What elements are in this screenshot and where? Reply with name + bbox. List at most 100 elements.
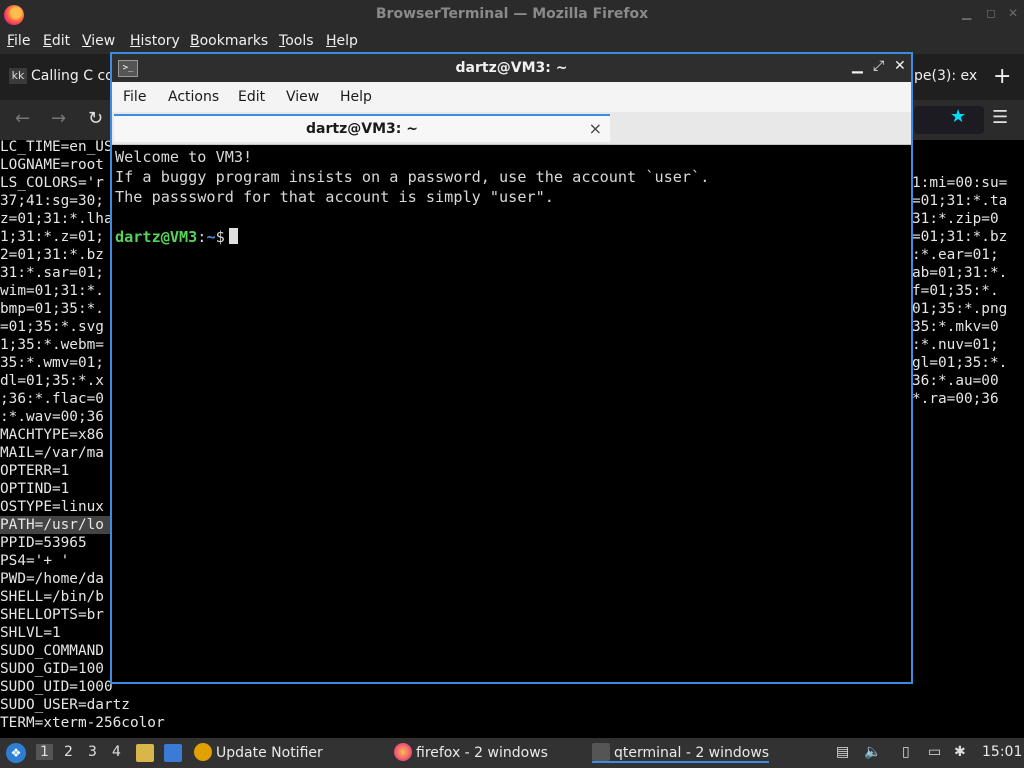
menu-view[interactable]: View (82, 33, 115, 49)
qt-menu-view[interactable]: View (286, 89, 319, 105)
background-env-listing-left: LC_TIME=en_US LOGNAME=root LS_COLORS='r 37;… (0, 138, 112, 678)
env-line: dl=01;35:*.x (0, 373, 104, 389)
close-icon[interactable]: ✕ (894, 58, 906, 74)
reload-icon[interactable]: ↻ (88, 108, 103, 129)
qt-menu-file[interactable]: File (123, 89, 146, 105)
workspace-1[interactable]: 1 (36, 744, 53, 760)
terminal-output[interactable]: Welcome to VM3! If a buggy program insist… (112, 145, 911, 682)
qterminal-tab-label: dartz@VM3: ~ (306, 121, 418, 137)
start-menu-icon[interactable]: ❖ (6, 743, 26, 763)
update-notifier-icon (194, 743, 212, 761)
tab-calling-c[interactable]: Calling C co (31, 68, 114, 84)
back-icon[interactable]: ← (15, 108, 30, 129)
terminal-icon (592, 743, 610, 761)
background-env-listing-right: 1:mi=00:su= =01;31:*.ta 31:*.zip=0 =01;31:*… (912, 174, 1024, 408)
env-line: PWD=/home/da (0, 571, 104, 587)
close-icon[interactable]: ✕ (1008, 6, 1018, 20)
minimize-icon[interactable]: ▁ (962, 6, 971, 20)
bluetooth-icon[interactable]: ✱ (954, 744, 966, 760)
app-menu-icon[interactable]: ☰ (992, 107, 1008, 128)
env-line: :*.nuv=01; (912, 337, 999, 353)
tab-manpage[interactable]: pe(3): ex (914, 68, 977, 84)
clipboard-icon[interactable]: ▯ (902, 744, 910, 760)
task-label: firefox - 2 windows (416, 745, 548, 761)
menu-help[interactable]: Help (326, 33, 358, 49)
menu-history[interactable]: History (130, 33, 180, 49)
env-line: PATH=/usr/lo (0, 516, 112, 534)
firefox-icon (394, 743, 412, 761)
prompt-user: dartz@VM3 (115, 228, 198, 246)
task-qterminal[interactable]: qterminal - 2 windows (592, 743, 770, 763)
menu-tools[interactable]: Tools (279, 33, 314, 49)
workspace-3[interactable]: 3 (88, 744, 97, 760)
env-line: MACHTYPE=x86 (0, 427, 104, 443)
env-line: 1;31:*.z=01; (0, 229, 104, 245)
env-line: ab=01;31:*. (912, 265, 1008, 281)
env-line: OPTERR=1 (0, 463, 70, 479)
task-update-notifier[interactable]: Update Notifier (194, 743, 323, 761)
url-bar[interactable] (914, 106, 984, 134)
env-line: *.ra=00;36 (912, 391, 999, 407)
env-line: PS4='+ ' (0, 553, 70, 569)
restore-icon[interactable]: ⤢ (873, 58, 884, 74)
qterminal-window: >_ dartz@VM3: ~ ▁ ⤢ ✕ File Actions Edit … (110, 52, 913, 684)
tab-favicon: kk (9, 68, 27, 84)
new-tab-button[interactable]: + (993, 64, 1011, 89)
env-line: 35:*.mkv=0 (912, 319, 999, 335)
qt-menu-help[interactable]: Help (340, 89, 372, 105)
env-line: 37;41:sg=30; (0, 193, 104, 209)
env-line: f=01;35:*. (912, 283, 999, 299)
qterminal-tab[interactable]: dartz@VM3: ~ × (114, 114, 610, 142)
firefox-menubar: File Edit View History Bookmarks Tools H… (0, 30, 1024, 54)
desktop-icon[interactable] (164, 744, 182, 762)
qt-menu-actions[interactable]: Actions (168, 89, 219, 105)
firefox-window-title: BrowserTerminal — Mozilla Firefox (375, 6, 649, 22)
env-line: MAIL=/var/ma (0, 445, 104, 461)
env-line: SUDO_COMMAND (0, 643, 104, 659)
env-line: gl=01;35:*. (912, 355, 1008, 371)
volume-icon[interactable]: 🔈 (864, 744, 881, 760)
env-line: TERM=xterm-256color (0, 715, 165, 731)
minimize-icon[interactable]: ▁ (852, 58, 863, 74)
bookmark-star-icon[interactable]: ★ (950, 106, 966, 127)
env-line: 36:*.au=00 (912, 373, 999, 389)
env-line: =01;31:*.ta (912, 193, 1008, 209)
env-line: PPID=53965 (0, 535, 87, 551)
env-line: 1:mi=00:su= (912, 175, 1008, 191)
file-manager-icon[interactable] (136, 744, 154, 762)
env-line: ;36:*.flac=0 (0, 391, 104, 407)
task-firefox[interactable]: firefox - 2 windows (394, 743, 548, 761)
menu-file[interactable]: File (7, 33, 30, 49)
display-icon[interactable]: ▭ (928, 744, 941, 760)
menu-bookmarks[interactable]: Bookmarks (190, 33, 268, 49)
env-line: 31:*.zip=0 (912, 211, 999, 227)
terminal-line: Welcome to VM3! (115, 148, 253, 166)
tab-close-icon[interactable]: × (589, 119, 602, 138)
qterminal-menubar: File Actions Edit View Help (112, 82, 911, 112)
clock: 15:01 (982, 744, 1023, 760)
env-line: :*.wav=00;36 (0, 409, 104, 425)
menu-edit[interactable]: Edit (43, 33, 70, 49)
env-line: bmp=01;35:*. (0, 301, 104, 317)
env-line: =01;31:*.bz (912, 229, 1008, 245)
task-label: qterminal - 2 windows (614, 745, 770, 761)
workspace-4[interactable]: 4 (112, 744, 121, 760)
terminal-line: If a buggy program insists on a password… (115, 168, 710, 186)
qt-menu-edit[interactable]: Edit (238, 89, 265, 105)
task-label: Update Notifier (216, 745, 323, 761)
background-env-listing-bottom: SUDO_UID=1000 SUDO_USER=dartz TERM=xterm-2… (0, 678, 300, 732)
env-line: z=01;31:*.lha (0, 211, 112, 227)
env-line: 01;35:*.png (912, 301, 1008, 317)
workspace-2[interactable]: 2 (64, 744, 73, 760)
forward-icon[interactable]: → (51, 108, 66, 129)
env-line: 1;35:*.webm= (0, 337, 104, 353)
env-line: LOGNAME=root (0, 157, 104, 173)
env-line: SUDO_GID=100 (0, 661, 104, 677)
env-line: SHELL=/bin/b (0, 589, 104, 605)
tray-scroll-icon[interactable]: ▤ (836, 744, 849, 760)
maximize-icon[interactable]: ◻ (986, 6, 996, 20)
env-line: 31:*.sar=01; (0, 265, 104, 281)
env-line: OPTIND=1 (0, 481, 70, 497)
terminal-line: The passsword for that account is simply… (115, 188, 554, 206)
